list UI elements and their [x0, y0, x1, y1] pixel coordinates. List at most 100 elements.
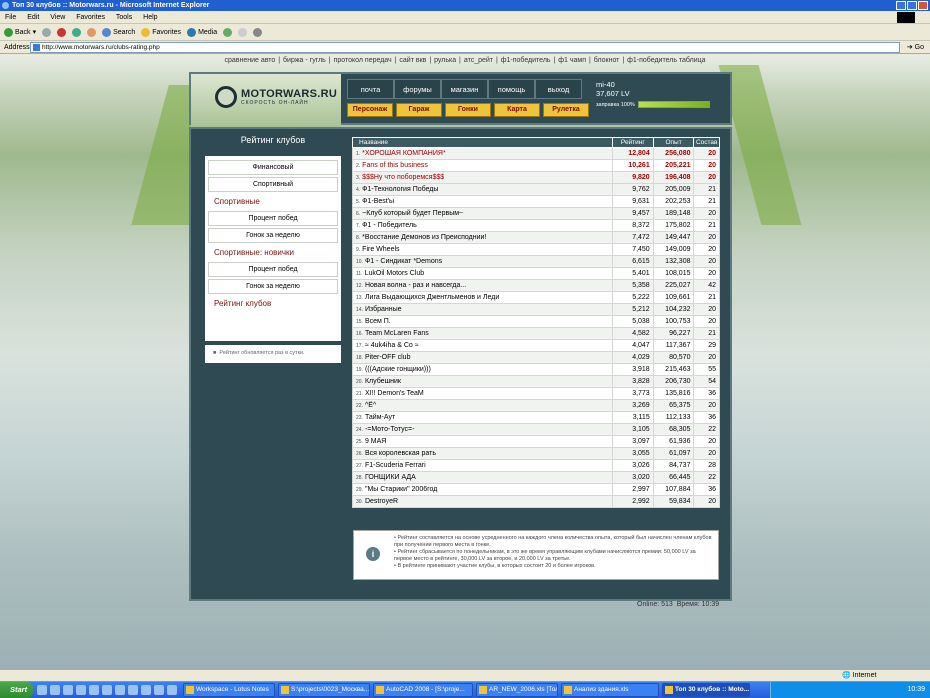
- mail-button[interactable]: [238, 27, 248, 37]
- table-row[interactable]: 16. Team McLaren Fans 4,582 96,227 21: [352, 327, 720, 340]
- club-name-cell[interactable]: 26. Вся королевская рать: [352, 447, 613, 460]
- quick-launch-icon[interactable]: [37, 685, 47, 695]
- table-row[interactable]: 27. F1-Scuderia Ferrari 3,026 84,737 28: [352, 459, 720, 472]
- quick-launch-icon[interactable]: [102, 685, 112, 695]
- club-name[interactable]: "Мы Старики" 2006год: [365, 486, 437, 493]
- nav-garage[interactable]: Гараж: [396, 103, 442, 117]
- history-button[interactable]: [223, 27, 233, 37]
- sidebar-item-races-week[interactable]: Гонок за неделю: [208, 228, 338, 243]
- club-name[interactable]: Team McLaren Fans: [365, 330, 429, 337]
- club-name-cell[interactable]: 28. ГОНЩИКИ АДА: [352, 471, 613, 484]
- table-row[interactable]: 4. Ф1-Технология Победы 9,762 205,009 21: [352, 183, 720, 196]
- nav-help[interactable]: помощь: [488, 79, 535, 99]
- club-name-cell[interactable]: 4. Ф1-Технология Победы: [352, 183, 613, 196]
- club-name-cell[interactable]: 13. Лига Выдающихся Джентльменов и Леди: [352, 291, 613, 304]
- menu-view[interactable]: View: [50, 14, 65, 21]
- club-name-cell[interactable]: 8. *Восстание Демонов из Преисподнии!: [352, 231, 613, 244]
- club-name-cell[interactable]: 11. LukOil Motors Club: [352, 267, 613, 280]
- print-button[interactable]: [253, 27, 263, 37]
- menu-file[interactable]: File: [5, 14, 16, 21]
- table-row[interactable]: 8. *Восстание Демонов из Преисподнии! 7,47…: [352, 231, 720, 244]
- quick-launch-icon[interactable]: [141, 685, 151, 695]
- table-row[interactable]: 24. -=Мото-Тотус=- 3,105 68,305 22: [352, 423, 720, 436]
- table-row[interactable]: 15. Всем П. 5,038 100,753 20: [352, 315, 720, 328]
- table-row[interactable]: 11. LukOil Motors Club 5,401 108,015 20: [352, 267, 720, 280]
- table-row[interactable]: 17. ≈ 4uk4iha & Co ≈4,047 117,367 29: [352, 339, 720, 352]
- club-name-cell[interactable]: 2. Fans of this business: [352, 159, 613, 172]
- table-row[interactable]: 6. ~Клуб который будет Первым~ 9,457 189,14…: [352, 207, 720, 220]
- club-name-cell[interactable]: 19. (((Адские гонщики))): [352, 363, 613, 376]
- address-input[interactable]: http://www.motorwars.ru/clubs-rating.php: [30, 42, 900, 53]
- search-button[interactable]: Search: [102, 24, 135, 41]
- club-name[interactable]: ГОНЩИКИ АДА: [365, 474, 416, 481]
- quick-launch-icon[interactable]: [115, 685, 125, 695]
- club-name[interactable]: Fire Wheels: [362, 246, 399, 253]
- table-row[interactable]: 5. Ф1-Best'ы 9,631 202,253 21: [352, 195, 720, 208]
- club-name-cell[interactable]: 25. 9 МАЯ: [352, 435, 613, 448]
- table-row[interactable]: 23. Тайм-Аут 3,115 112,133 36: [352, 411, 720, 424]
- club-name[interactable]: Ф1-Best'ы: [362, 198, 394, 205]
- refresh-button[interactable]: [72, 27, 82, 37]
- club-name[interactable]: Вся королевская рать: [365, 450, 436, 457]
- minimize-button[interactable]: [896, 1, 906, 10]
- table-row[interactable]: 21. XI!! Demon's TeaM 3,773 135,816 36: [352, 387, 720, 400]
- menu-tools[interactable]: Tools: [116, 14, 132, 21]
- menu-edit[interactable]: Edit: [27, 14, 39, 21]
- club-name-cell[interactable]: 16. Team McLaren Fans: [352, 327, 613, 340]
- club-name-cell[interactable]: 10. Ф1 - Синдикат *Demons: [352, 255, 613, 268]
- club-name[interactable]: Клубешник: [365, 378, 401, 385]
- taskbar-task[interactable]: AR_NEW_2006.xls [Тольк...: [476, 683, 558, 697]
- taskbar-task[interactable]: AutoCAD 2008 - [S:\proje...: [373, 683, 473, 697]
- table-row[interactable]: 14. Избранные 5,212 104,232 20: [352, 303, 720, 316]
- club-name[interactable]: Ф1 - Победитель: [362, 222, 417, 229]
- nav-races[interactable]: Гонки: [445, 103, 491, 117]
- club-name[interactable]: Новая волна - раз и навсегда...: [365, 282, 466, 289]
- forward-button[interactable]: [42, 27, 52, 37]
- quick-link[interactable]: сравнение авто: [224, 57, 275, 64]
- club-name-cell[interactable]: 6. ~Клуб который будет Первым~: [352, 207, 613, 220]
- table-row[interactable]: 10. Ф1 - Синдикат *Demons 6,615 132,308 20: [352, 255, 720, 268]
- sidebar-item-newbie-races-week[interactable]: Гонок за неделю: [208, 279, 338, 294]
- menu-favorites[interactable]: Favorites: [76, 14, 105, 21]
- club-name[interactable]: $$$Ну что поборемся$$$: [362, 174, 444, 181]
- quick-launch-icon[interactable]: [154, 685, 164, 695]
- club-name-cell[interactable]: 12. Новая волна - раз и навсегда...: [352, 279, 613, 292]
- sidebar-item-financial[interactable]: Финансовый: [208, 160, 338, 175]
- club-name-cell[interactable]: 18. Piter-OFF club: [352, 351, 613, 364]
- table-row[interactable]: 19. (((Адские гонщики))) 3,918 215,463 55: [352, 363, 720, 376]
- club-name[interactable]: Избранные: [365, 306, 402, 313]
- quick-link[interactable]: биржа - гугль: [283, 57, 326, 64]
- nav-forums[interactable]: форумы: [394, 79, 441, 99]
- club-name[interactable]: Лига Выдающихся Джентльменов и Леди: [365, 294, 499, 301]
- sidebar-item-sport[interactable]: Спортивный: [208, 177, 338, 192]
- quick-launch-icon[interactable]: [76, 685, 86, 695]
- club-name[interactable]: -=Мото-Тотус=-: [365, 426, 415, 433]
- quick-launch-icon[interactable]: [50, 685, 60, 695]
- club-name[interactable]: LukOil Motors Club: [365, 270, 425, 277]
- quick-link[interactable]: атс_рейт: [464, 57, 493, 64]
- nav-map[interactable]: Карта: [494, 103, 540, 117]
- table-row[interactable]: 9. Fire Wheels 7,450 149,009 20: [352, 243, 720, 256]
- maximize-button[interactable]: [907, 1, 917, 10]
- quick-link[interactable]: ф1-победитель: [501, 57, 551, 64]
- nav-logout[interactable]: выход: [535, 79, 582, 99]
- club-name[interactable]: Piter-OFF club: [365, 354, 411, 361]
- table-row[interactable]: 28. ГОНЩИКИ АДА 3,020 66,445 22: [352, 471, 720, 484]
- club-name[interactable]: 9 МАЯ: [365, 438, 386, 445]
- table-row[interactable]: 3. $$$Ну что поборемся$$$ 9,820 196,408 20: [352, 171, 720, 184]
- site-logo[interactable]: MOTORWARS.RU СКОРОСТЬ ОН-ЛАЙН: [215, 86, 337, 108]
- sidebar-section-newbies[interactable]: Спортивные: новички: [205, 245, 341, 260]
- quick-launch-icon[interactable]: [63, 685, 73, 695]
- club-name[interactable]: F1-Scuderia Ferrari: [365, 462, 426, 469]
- club-name[interactable]: *ХОРОШАЯ КОМПАНИЯ*: [362, 150, 446, 157]
- club-name[interactable]: ~Клуб который будет Первым~: [362, 210, 463, 217]
- close-button[interactable]: [918, 1, 928, 10]
- club-name-cell[interactable]: 30. DestroyeR: [352, 495, 613, 508]
- club-name[interactable]: XI!! Demon's TeaM: [365, 390, 424, 397]
- club-name-cell[interactable]: 21. XI!! Demon's TeaM: [352, 387, 613, 400]
- sidebar-item-win-percent[interactable]: Процент побед: [208, 211, 338, 226]
- club-name-cell[interactable]: 27. F1-Scuderia Ferrari: [352, 459, 613, 472]
- quick-launch-icon[interactable]: [89, 685, 99, 695]
- favorites-button[interactable]: Favorites: [141, 24, 181, 41]
- club-name[interactable]: (((Адские гонщики))): [365, 366, 431, 373]
